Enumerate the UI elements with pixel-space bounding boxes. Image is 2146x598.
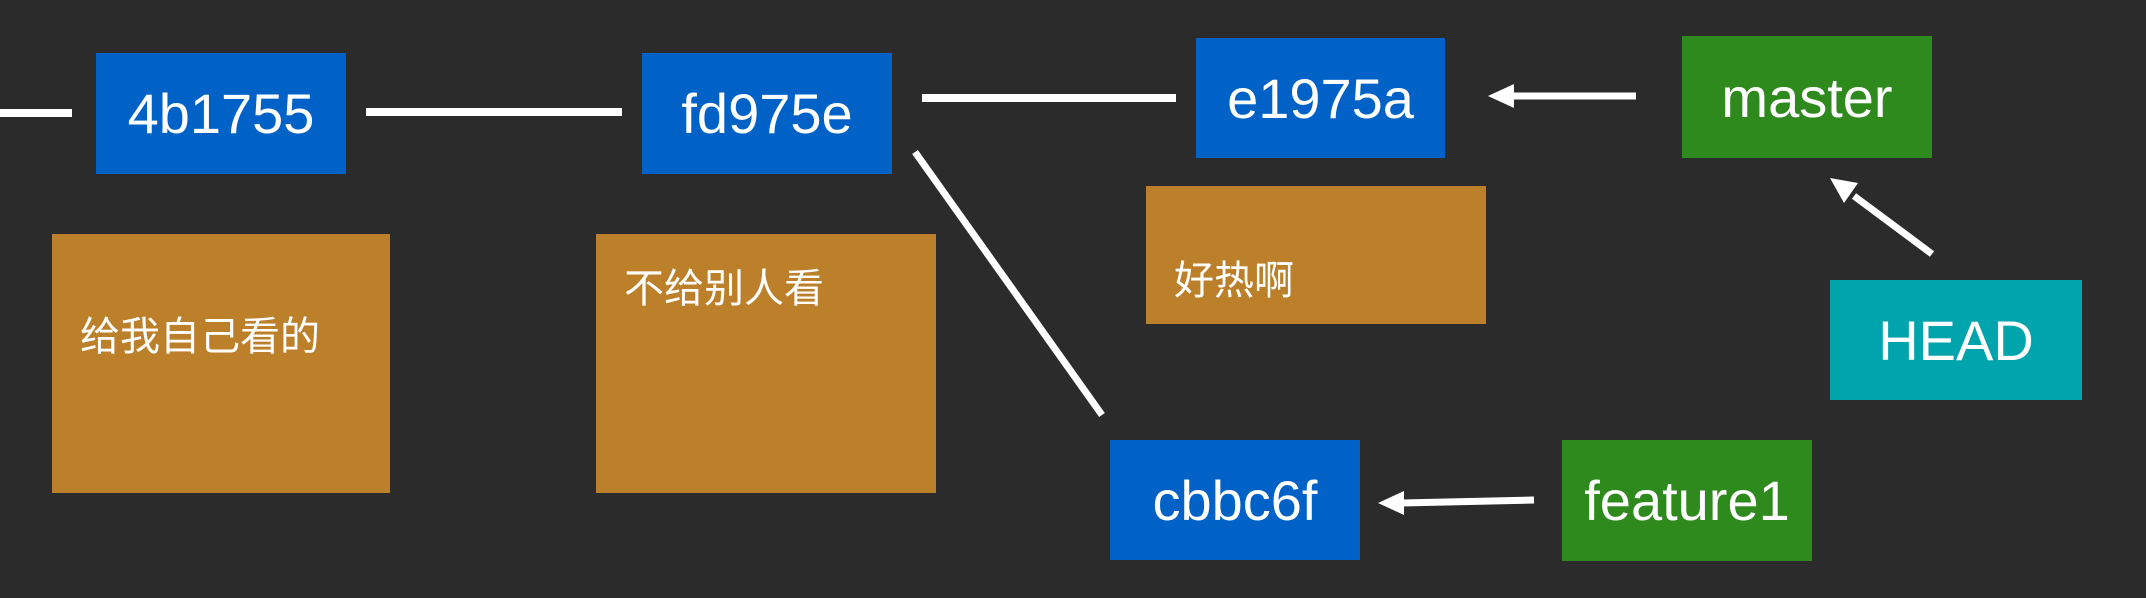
note-fd975e: 不给别人看 [596, 234, 936, 493]
head-pointer: HEAD [1830, 280, 2082, 400]
note-4b1755: 给我自己看的 [52, 234, 390, 493]
edge-fd975e-cbbc6f [912, 149, 1105, 418]
commit-4b1755-label: 4b1755 [127, 82, 315, 145]
note-4b1755-text: 给我自己看的 [80, 314, 320, 360]
arrow-master-to-e1975a [1488, 84, 1636, 108]
git-branch-diagram: 4b1755 fd975e e1975a cbbc6f master featu… [0, 0, 2146, 598]
note-e1975a: 好热啊 [1146, 186, 1486, 324]
branch-master: master [1682, 36, 1932, 158]
commit-4b1755: 4b1755 [96, 53, 346, 174]
head-pointer-label: HEAD [1878, 308, 2034, 372]
note-e1975a-text: 好热啊 [1174, 258, 1294, 304]
commit-e1975a: e1975a [1196, 38, 1445, 158]
note-fd975e-text: 不给别人看 [624, 266, 824, 312]
arrow-feature1-to-cbbc6f [1378, 491, 1535, 515]
commit-e1975a-label: e1975a [1227, 66, 1414, 130]
arrow-head-to-master [1830, 178, 1935, 257]
branch-feature1: feature1 [1562, 440, 1812, 561]
commit-fd975e: fd975e [642, 53, 892, 174]
commit-fd975e-label: fd975e [681, 82, 853, 145]
branch-feature1-label: feature1 [1584, 469, 1790, 532]
branch-master-label: master [1721, 65, 1893, 129]
commit-cbbc6f: cbbc6f [1110, 440, 1360, 560]
commit-cbbc6f-label: cbbc6f [1152, 468, 1318, 532]
